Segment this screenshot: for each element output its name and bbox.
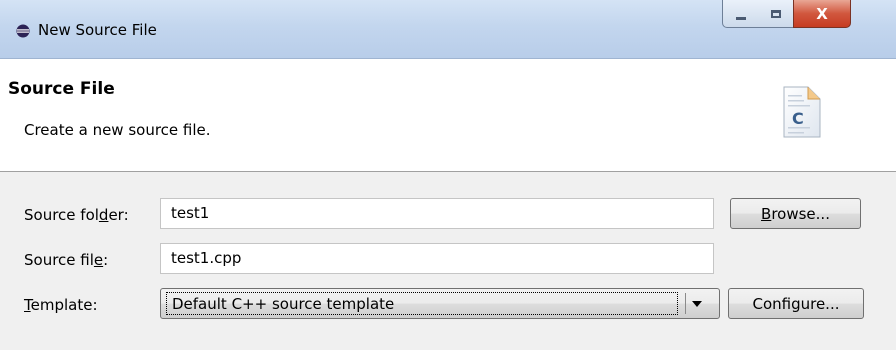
source-file-label: Source file:	[24, 251, 109, 269]
page-description: Create a new source file.	[24, 121, 211, 139]
window-title: New Source File	[38, 21, 157, 39]
chevron-down-icon[interactable]	[692, 301, 702, 307]
source-folder-input[interactable]: test1	[160, 198, 714, 229]
c-letter: C	[792, 109, 804, 128]
minimize-button[interactable]	[722, 0, 760, 28]
combo-separator	[685, 293, 686, 314]
configure-button[interactable]: Configure...	[728, 288, 864, 319]
header-banner: Source File Create a new source file. C	[0, 59, 896, 172]
source-file-input[interactable]: test1.cpp	[160, 243, 714, 274]
c-source-file-icon: C	[783, 86, 821, 138]
close-icon: X	[816, 4, 828, 23]
page-title: Source File	[8, 79, 115, 99]
minimize-icon	[736, 17, 746, 20]
template-select[interactable]: Default C++ source template	[160, 288, 720, 319]
source-folder-label: Source folder:	[24, 206, 129, 224]
template-selected-value: Default C++ source template	[166, 292, 678, 315]
template-label: Template:	[24, 296, 98, 314]
title-bar[interactable]: New Source File X	[0, 0, 896, 59]
close-button[interactable]: X	[793, 0, 851, 28]
eclipse-icon	[16, 24, 30, 38]
browse-button[interactable]: Browse...	[730, 198, 861, 229]
maximize-icon	[771, 9, 781, 18]
maximize-button[interactable]	[759, 0, 794, 28]
